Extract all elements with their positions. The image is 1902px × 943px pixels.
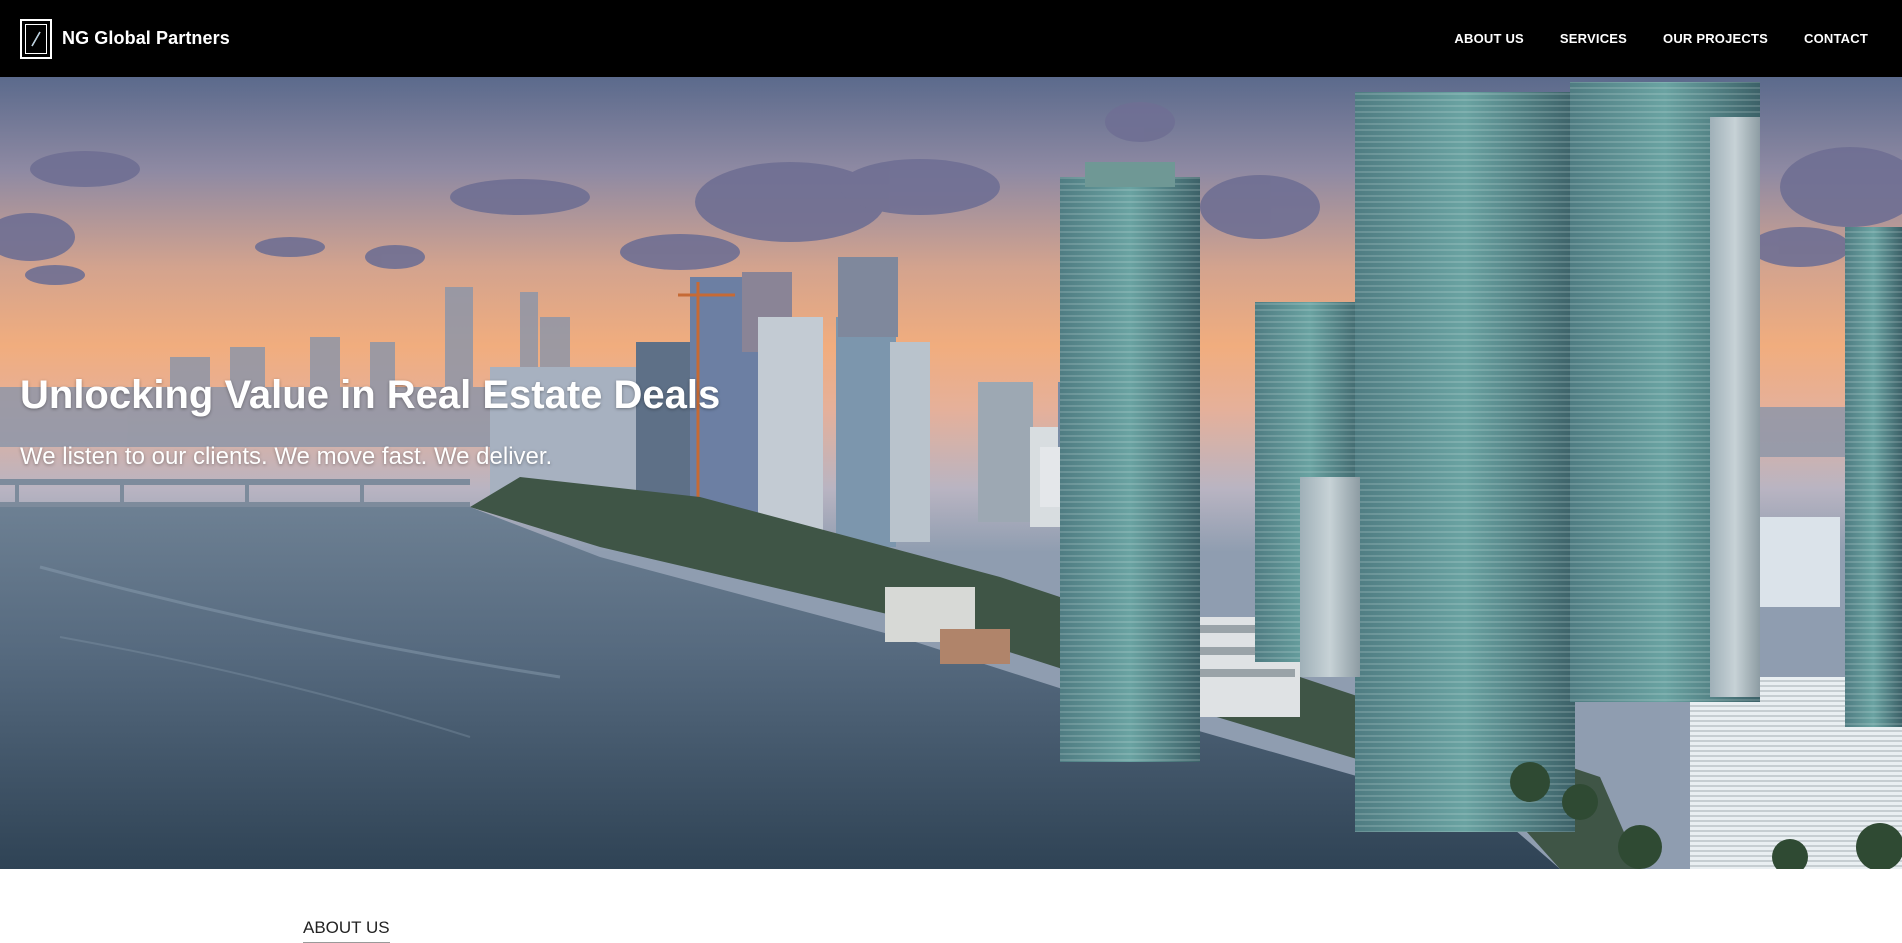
hero-title: Unlocking Value in Real Estate Deals (20, 373, 721, 417)
brand-name: NG Global Partners (62, 28, 230, 48)
about-heading: ABOUT US (303, 918, 390, 943)
ng-logo-icon (20, 18, 52, 59)
hero-section: Unlocking Value in Real Estate Deals We … (0, 77, 1902, 869)
site-header: NG Global Partners ABOUT US SERVICES OUR… (0, 0, 1902, 77)
nav-services[interactable]: SERVICES (1560, 31, 1627, 46)
hero-background-image (0, 77, 1902, 869)
nav-our-projects[interactable]: OUR PROJECTS (1663, 31, 1768, 46)
hero-subtitle: We listen to our clients. We move fast. … (20, 443, 553, 470)
about-section: ABOUT US (0, 869, 1902, 943)
nav-about-us[interactable]: ABOUT US (1454, 31, 1524, 46)
brand[interactable]: NG Global Partners (20, 18, 230, 59)
main-nav: ABOUT US SERVICES OUR PROJECTS CONTACT (1454, 31, 1882, 46)
nav-contact[interactable]: CONTACT (1804, 31, 1868, 46)
